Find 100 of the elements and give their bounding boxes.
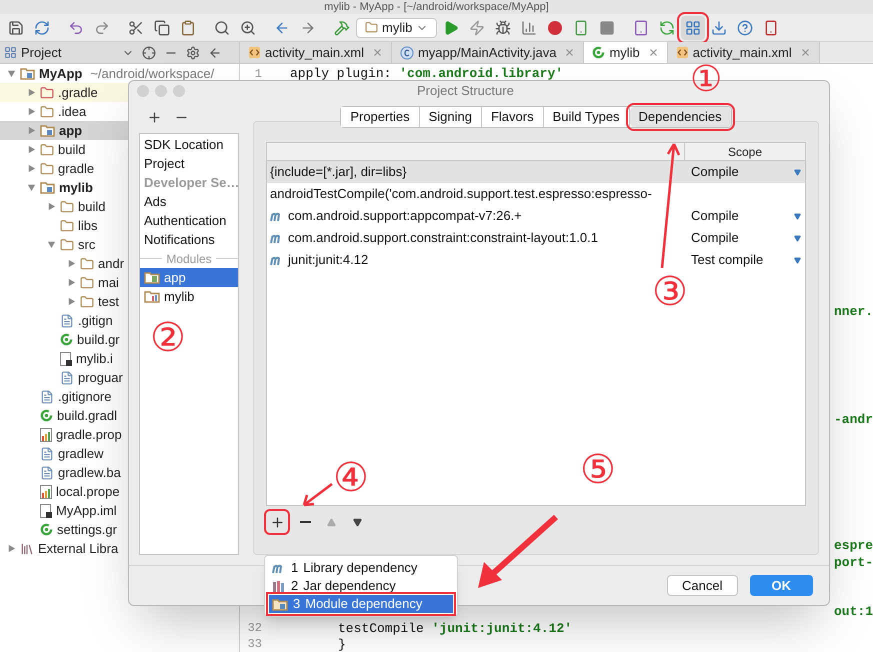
settings-icon[interactable] <box>186 46 200 60</box>
dependency-name: androidTestCompile('com.android.support.test.espresso:espresso- <box>270 185 652 204</box>
expand-arrow-icon[interactable] <box>66 297 76 306</box>
editor-tab[interactable]: activity_main.xml <box>240 42 392 63</box>
module-folder-icon <box>144 271 160 284</box>
close-icon[interactable] <box>564 47 576 58</box>
folder-icon <box>80 294 94 308</box>
module-folder-icon <box>40 181 55 194</box>
expand-arrow-icon[interactable] <box>66 278 76 287</box>
collapse-arrow-icon[interactable] <box>46 240 56 249</box>
line-number: 1 <box>254 66 263 82</box>
menu-item-number: 1 <box>291 559 298 578</box>
list-section-header: Modules <box>166 250 212 268</box>
tree-item[interactable]: MyApp ~/android/workspace/ <box>0 64 239 83</box>
file-icon <box>60 370 74 384</box>
editor-tab[interactable]: activity_main.xml <box>668 42 820 63</box>
tree-item[interactable]: External Libra <box>0 539 239 558</box>
help-icon <box>737 20 754 36</box>
dependency-row[interactable]: {include=[*.jar], dir=libs} Compile <box>267 161 805 183</box>
cancel-button[interactable]: Cancel <box>667 575 738 596</box>
scope-dropdown[interactable]: Compile <box>685 228 805 248</box>
scissors-icon <box>128 20 144 36</box>
dependency-name: com.android.support.constraint:constraint-layout:1.0.1 <box>288 229 598 248</box>
editor-tab[interactable]: myapp/MainActivity.java <box>392 42 584 63</box>
zoom-icon <box>240 20 256 36</box>
expand-arrow-icon[interactable] <box>26 164 36 173</box>
dependency-name: {include=[*.jar], dir=libs} <box>270 163 407 182</box>
tree-item[interactable]: gradlew.ba <box>0 463 239 482</box>
tree-item-label: local.prope <box>56 482 120 501</box>
menu-item[interactable]: 1 Library dependency <box>269 559 453 577</box>
line-number: 33 <box>246 637 263 651</box>
caret-icon <box>794 168 801 176</box>
collapse-arrow-icon[interactable] <box>6 69 16 78</box>
expand-arrow-icon[interactable] <box>26 145 36 154</box>
tree-item-label: mylib.i <box>76 350 113 368</box>
folder-icon <box>60 200 74 214</box>
expand-arrow-icon[interactable] <box>26 126 36 135</box>
plus-icon <box>270 514 284 530</box>
crosshair-icon[interactable] <box>142 46 156 60</box>
file-icon <box>40 390 54 404</box>
left-arrow-icon <box>274 20 290 36</box>
dependency-row[interactable]: com.android.support.constraint:constraint-layout:1.0.1 Compile <box>267 227 805 249</box>
minus-icon <box>300 521 310 523</box>
caret-icon <box>794 212 801 220</box>
add-icon[interactable] <box>147 110 162 124</box>
close-icon[interactable] <box>800 47 811 58</box>
tree-item[interactable]: local.prope <box>0 482 239 501</box>
tree-item[interactable]: gradlew <box>0 444 239 463</box>
tree-item-label: mai <box>98 274 119 292</box>
close-icon[interactable] <box>648 47 659 58</box>
refresh-icon <box>34 20 50 36</box>
dependency-name: com.android.support:appcompat-v7:26.+ <box>288 207 522 226</box>
tree-item[interactable]: .gitignore <box>0 387 239 406</box>
expand-arrow-icon[interactable] <box>26 88 36 97</box>
dialog-tab[interactable]: Properties <box>341 107 420 127</box>
folder-icon <box>60 218 74 232</box>
project-view-selector[interactable]: Project <box>4 42 134 62</box>
expand-arrow-icon[interactable] <box>26 107 36 116</box>
collapse-arrow-icon[interactable] <box>26 183 36 192</box>
scope-dropdown[interactable]: Test compile <box>685 250 805 270</box>
menu-item[interactable]: 2 Jar dependency <box>269 577 453 595</box>
dependency-row[interactable]: junit:junit:4.12 Test compile <box>267 249 805 271</box>
expand-arrow-icon[interactable] <box>6 544 16 553</box>
expand-arrow-icon[interactable] <box>66 259 76 268</box>
dependency-row[interactable]: com.android.support:appcompat-v7:26.+ Compile <box>267 205 805 227</box>
dependency-row[interactable]: androidTestCompile('com.android.support.test.espresso:espresso- <box>267 183 805 205</box>
tree-item-label: .gitignore <box>58 388 112 406</box>
grid-icon <box>685 20 702 36</box>
tree-item[interactable]: build.gradl <box>0 406 239 425</box>
tree-item-label: settings.gr <box>57 520 117 539</box>
tree-item-label: External Libra <box>38 540 118 558</box>
close-icon[interactable] <box>372 47 383 58</box>
expand-arrow-icon[interactable] <box>46 202 56 211</box>
window-title: mylib - MyApp - [~/android/workspace/MyApp] <box>324 0 549 14</box>
dialog-tab[interactable]: Dependencies <box>630 107 731 127</box>
project-structure-button[interactable] <box>681 16 706 40</box>
add-button[interactable] <box>266 511 288 533</box>
tree-item[interactable]: proguar <box>0 368 239 387</box>
menu-item[interactable]: 3 Module dependency <box>269 595 453 613</box>
tree-item[interactable]: MyApp.iml <box>0 501 239 520</box>
circled-number-annotation: ① <box>690 62 722 98</box>
run-config-dropdown[interactable]: mylib <box>356 18 438 38</box>
tree-item[interactable]: gradle.prop <box>0 425 239 444</box>
tablet-icon <box>633 20 650 36</box>
editor-tab[interactable]: mylib <box>584 42 668 63</box>
tree-item-label: .gradle <box>58 84 98 102</box>
scope-dropdown[interactable]: Compile <box>685 206 805 226</box>
code-fragment: nner. <box>834 304 873 319</box>
list-item[interactable]: app <box>140 268 238 287</box>
tree-item-label: test <box>98 292 119 311</box>
code-fragment: -andr <box>834 412 873 427</box>
copy-icon <box>154 20 170 36</box>
scope-dropdown[interactable]: Compile <box>685 162 805 182</box>
tree-item[interactable]: settings.gr <box>0 520 239 539</box>
tree-item-label: gradle <box>58 160 94 178</box>
tree-item[interactable]: .idea <box>0 102 239 121</box>
hide-icon[interactable] <box>208 46 222 60</box>
download-icon <box>711 20 728 36</box>
caret-icon <box>794 256 801 264</box>
up-triangle-icon <box>326 518 336 526</box>
